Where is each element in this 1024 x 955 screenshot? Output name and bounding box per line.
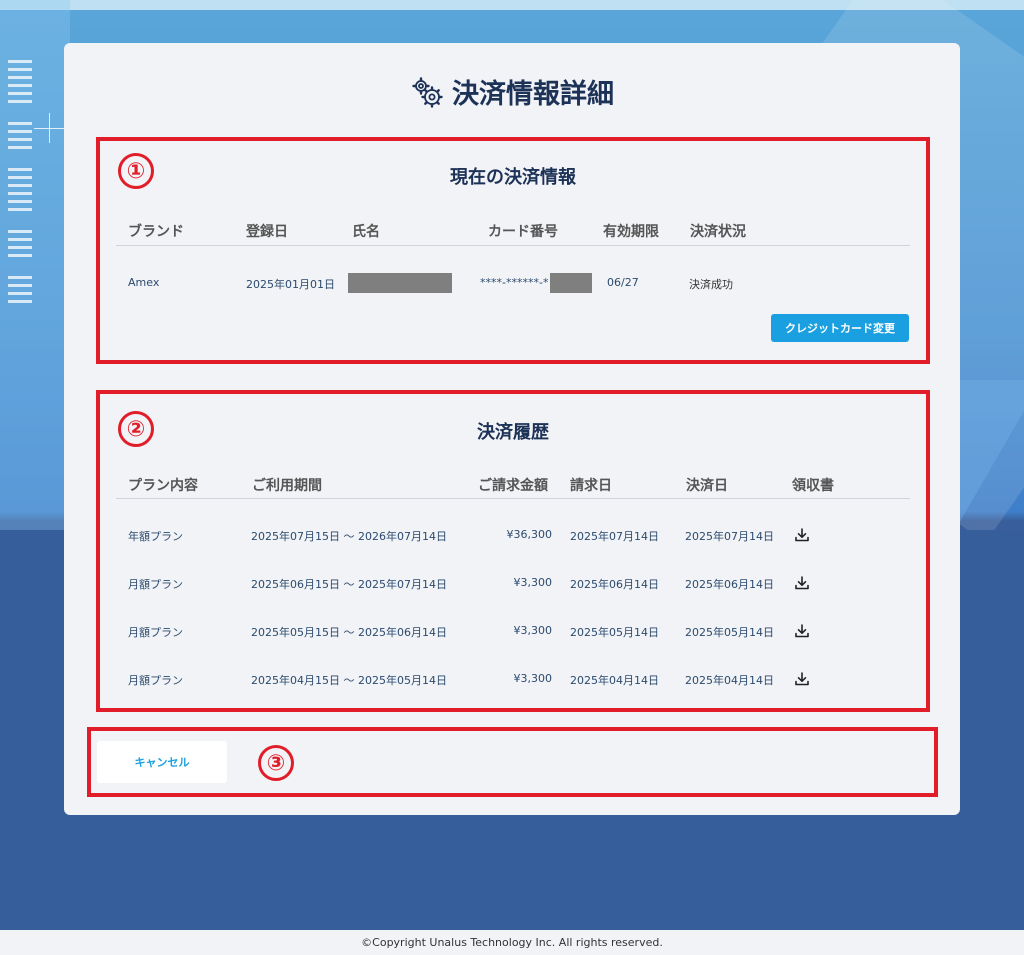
- header-receipt: 領収書: [792, 478, 834, 494]
- masked-name: [348, 273, 452, 293]
- section-title: 決済履歴: [477, 422, 549, 443]
- card-number-value: ****-******-*: [480, 276, 549, 289]
- decorative-cross: [49, 113, 50, 143]
- page-title-text: 決済情報詳細: [452, 79, 614, 110]
- actions-section: キャンセル ③: [87, 727, 938, 797]
- history-paid: 2025年07月14日: [685, 530, 774, 543]
- header-plan: プラン内容: [128, 478, 198, 494]
- history-paid: 2025年06月14日: [685, 578, 774, 591]
- payment-history-section: ② 決済履歴 プラン内容 ご利用期間 ご請求金額 請求日 決済日 領収書 年額プ…: [96, 390, 930, 712]
- registered-value: 2025年01月01日: [246, 278, 335, 291]
- header-paid: 決済日: [686, 478, 728, 494]
- header-billed: 請求日: [570, 478, 612, 494]
- header-registered: 登録日: [246, 224, 288, 240]
- history-paid: 2025年04月14日: [685, 674, 774, 687]
- history-amount: ¥3,300: [513, 576, 553, 589]
- history-plan: 月額プラン: [128, 626, 183, 639]
- history-plan: 年額プラン: [128, 530, 183, 543]
- section-number: ③: [258, 745, 294, 781]
- history-period: 2025年04月15日 〜 2025年05月14日: [251, 674, 447, 687]
- history-paid: 2025年05月14日: [685, 626, 774, 639]
- header-divider: [116, 498, 910, 499]
- page-title: 決済情報詳細: [0, 72, 1024, 111]
- change-credit-card-button[interactable]: クレジットカード変更: [771, 314, 909, 342]
- history-amount: ¥3,300: [513, 624, 553, 637]
- download-icon[interactable]: [794, 623, 810, 639]
- header-card-number: カード番号: [488, 224, 558, 240]
- history-period: 2025年05月15日 〜 2025年06月14日: [251, 626, 447, 639]
- history-billed: 2025年04月14日: [570, 674, 659, 687]
- history-billed: 2025年06月14日: [570, 578, 659, 591]
- header-amount: ご請求金額: [478, 478, 548, 494]
- header-status: 決済状況: [690, 224, 746, 240]
- history-plan: 月額プラン: [128, 674, 183, 687]
- history-plan: 月額プラン: [128, 578, 183, 591]
- download-icon[interactable]: [794, 671, 810, 687]
- gears-icon: [412, 76, 443, 108]
- history-billed: 2025年07月14日: [570, 530, 659, 543]
- download-icon[interactable]: [794, 575, 810, 591]
- history-period: 2025年06月15日 〜 2025年07月14日: [251, 578, 447, 591]
- header-period: ご利用期間: [252, 478, 322, 494]
- history-period: 2025年07月15日 〜 2026年07月14日: [251, 530, 447, 543]
- history-billed: 2025年05月14日: [570, 626, 659, 639]
- history-amount: ¥3,300: [513, 672, 553, 685]
- header-expiry: 有効期限: [603, 224, 659, 240]
- section-title: 現在の決済情報: [450, 167, 576, 188]
- status-value: 決済成功: [689, 278, 733, 291]
- masked-card-number: [550, 273, 592, 293]
- header-divider: [116, 245, 910, 246]
- header-brand: ブランド: [128, 224, 184, 240]
- brand-value: Amex: [128, 276, 160, 289]
- header-name: 氏名: [352, 224, 380, 240]
- cancel-button[interactable]: キャンセル: [97, 741, 227, 783]
- history-amount: ¥36,300: [506, 528, 553, 541]
- download-icon[interactable]: [794, 527, 810, 543]
- footer-copyright: ©Copyright Unalus Technology Inc. All ri…: [0, 930, 1024, 955]
- expiry-value: 06/27: [607, 276, 639, 289]
- current-payment-section: ① 現在の決済情報 ブランド 登録日 氏名 カード番号 有効期限 決済状況 Am…: [96, 137, 930, 364]
